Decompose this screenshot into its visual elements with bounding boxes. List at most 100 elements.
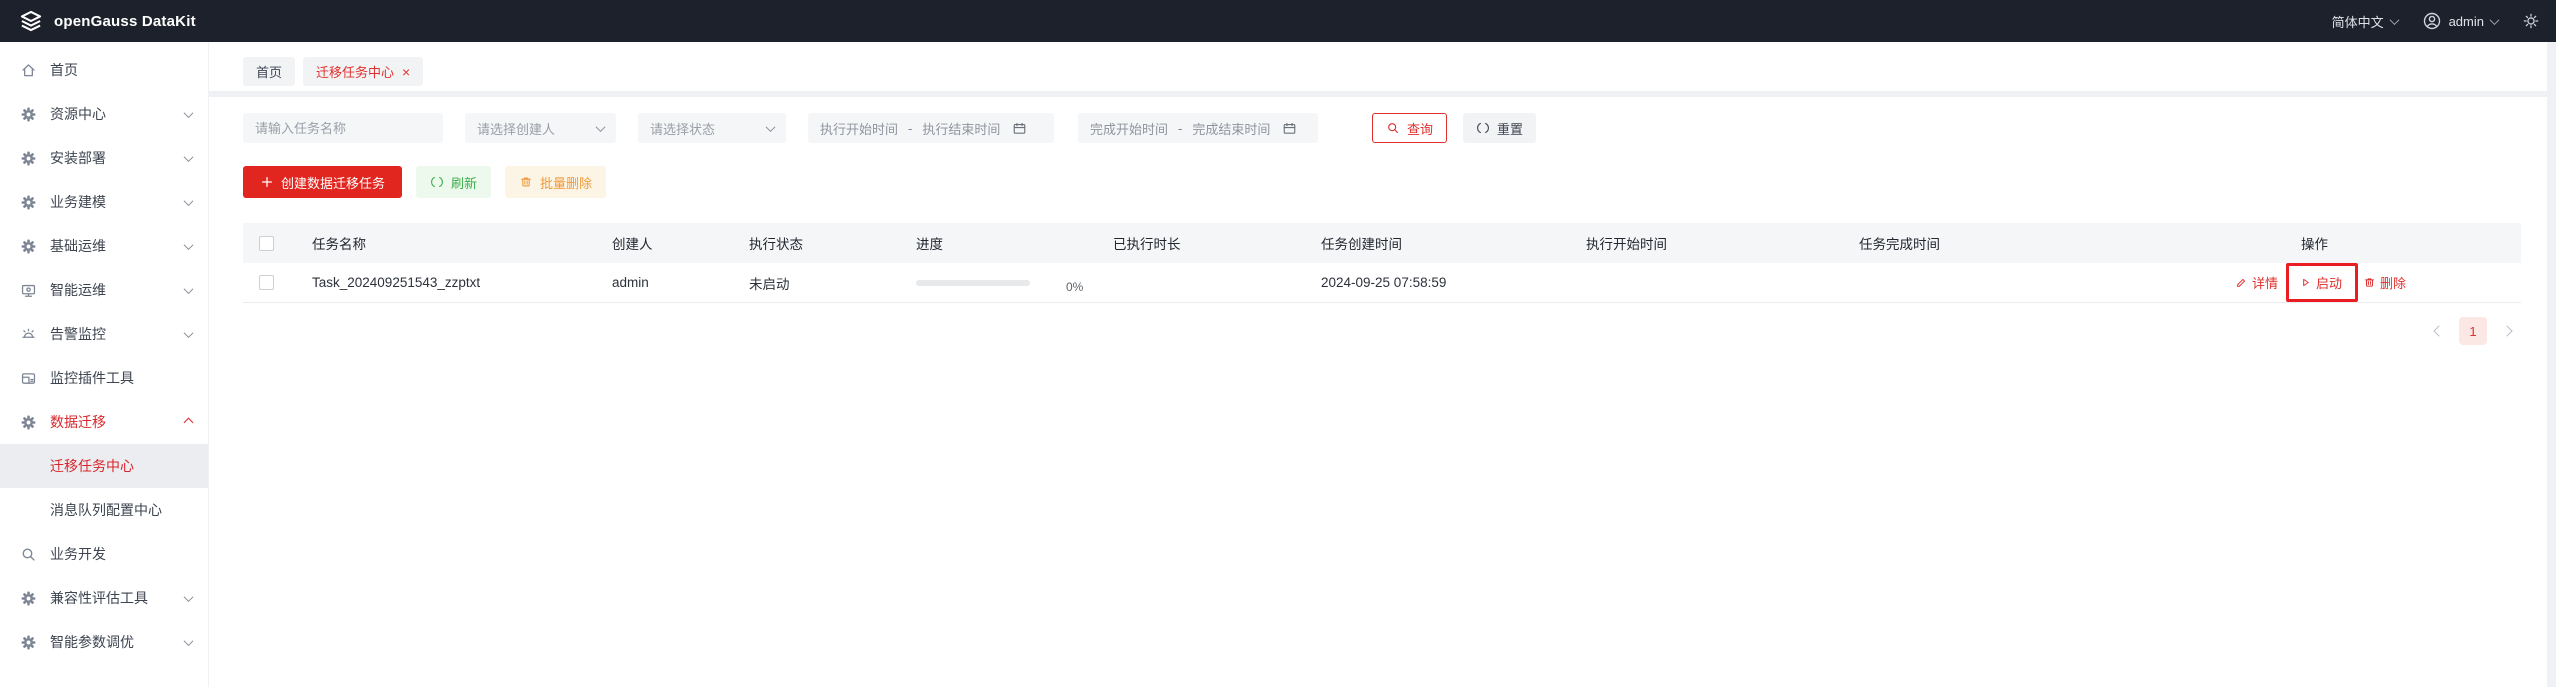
- sidebar-item-compatibility-assessment[interactable]: 兼容性评估工具: [0, 576, 208, 620]
- cell-exec-status: 未启动: [749, 276, 790, 292]
- top-bar: openGauss DataKit 简体中文 admin: [0, 0, 2556, 42]
- refresh-icon: [430, 175, 444, 189]
- plugin-icon: [20, 370, 37, 387]
- pagination-next-button[interactable]: [2499, 323, 2515, 339]
- column-header-duration: 已执行时长: [1113, 237, 1181, 252]
- chevron-down-icon: [183, 327, 194, 338]
- chevron-down-icon: [183, 239, 194, 250]
- user-menu[interactable]: admin: [2422, 11, 2500, 31]
- tab-migration-task-center[interactable]: 迁移任务中心 ×: [303, 57, 424, 86]
- chevron-down-icon: [183, 195, 194, 206]
- sidebar-item-business-modeling[interactable]: 业务建模: [0, 180, 208, 224]
- select-all-checkbox[interactable]: [259, 235, 274, 251]
- sidebar-item-intelligent-ops[interactable]: 智能运维: [0, 268, 208, 312]
- cell-created-at: 2024-09-25 07:58:59: [1321, 275, 1447, 290]
- row-checkbox[interactable]: [259, 275, 274, 290]
- sidebar-item-basic-ops[interactable]: 基础运维: [0, 224, 208, 268]
- refresh-button[interactable]: 刷新: [416, 166, 492, 198]
- gear-icon: [20, 150, 37, 167]
- language-label: 简体中文: [2331, 14, 2384, 30]
- finish-time-range-picker[interactable]: 完成开始时间 - 完成结束时间: [1078, 113, 1318, 143]
- cell-creator: admin: [612, 275, 649, 290]
- tabbar-divider: [209, 91, 2556, 97]
- edit-icon: [2235, 276, 2248, 289]
- chevron-down-icon: [765, 121, 776, 132]
- progress-percent-label: 0%: [1066, 279, 1084, 294]
- column-header-progress: 进度: [916, 237, 943, 252]
- cell-operations: 详情 启动 删除: [2228, 263, 2521, 302]
- tab-home[interactable]: 首页: [243, 57, 296, 86]
- trash-icon: [519, 175, 533, 189]
- gear-icon: [20, 238, 37, 255]
- chevron-down-icon: [2489, 14, 2500, 25]
- exec-time-range-picker[interactable]: 执行开始时间 - 执行结束时间: [808, 113, 1054, 143]
- alarm-icon: [20, 326, 37, 343]
- create-migration-task-button[interactable]: 创建数据迁移任务: [243, 166, 403, 198]
- sidebar-item-monitor-plugin-tools[interactable]: 监控插件工具: [0, 356, 208, 400]
- opengauss-logo-icon: [18, 8, 44, 34]
- sidebar-item-data-migration[interactable]: 数据迁移: [0, 400, 208, 444]
- trash-icon: [2363, 276, 2376, 289]
- column-header-created-at: 任务创建时间: [1321, 237, 1402, 252]
- brand-title: openGauss DataKit: [54, 12, 196, 30]
- calendar-icon: [1012, 121, 1027, 136]
- language-selector[interactable]: 简体中文: [2331, 12, 2400, 31]
- column-header-task-name: 任务名称: [312, 237, 366, 252]
- cell-task-name: Task_202409251543_zzptxt: [312, 275, 481, 290]
- task-name-input[interactable]: [243, 113, 443, 143]
- reset-button[interactable]: 重置: [1463, 113, 1537, 143]
- gear-icon: [20, 634, 37, 651]
- sidebar-item-home[interactable]: 首页: [0, 48, 208, 92]
- chevron-down-icon: [183, 283, 194, 294]
- gear-icon: [20, 414, 37, 431]
- chevron-up-icon: [183, 417, 194, 427]
- filter-bar: 请选择创建人 请选择状态 执行开始时间 - 执行结束时间 完成开始时间 - 完成…: [243, 113, 2556, 143]
- sidebar-item-business-development[interactable]: 业务开发: [0, 532, 208, 576]
- chevron-down-icon: [183, 591, 194, 602]
- pagination: 1: [209, 317, 2515, 345]
- creator-select[interactable]: 请选择创建人: [465, 113, 616, 143]
- sidebar-item-migration-task-center[interactable]: 迁移任务中心: [0, 444, 208, 488]
- batch-delete-button[interactable]: 批量删除: [505, 166, 607, 198]
- table-row: Task_202409251543_zzptxt admin 未启动 0% 20…: [243, 263, 2521, 303]
- status-select[interactable]: 请选择状态: [638, 113, 786, 143]
- gear-icon: [20, 194, 37, 211]
- sidebar-item-resource-center[interactable]: 资源中心: [0, 92, 208, 136]
- task-table: 任务名称 创建人 执行状态 进度 已执行时长 任务创建时间 执行开始时间 任务完…: [243, 223, 2521, 303]
- pagination-page-1[interactable]: 1: [2459, 317, 2487, 345]
- play-icon: [2299, 276, 2312, 289]
- search-icon: [20, 546, 37, 563]
- refresh-icon: [1476, 121, 1490, 135]
- row-action-start[interactable]: 启动: [2286, 263, 2359, 302]
- close-icon[interactable]: ×: [402, 65, 410, 79]
- chevron-down-icon: [183, 635, 194, 646]
- table-header-row: 任务名称 创建人 执行状态 进度 已执行时长 任务创建时间 执行开始时间 任务完…: [243, 223, 2521, 263]
- sidebar-item-intelligent-param-tuning[interactable]: 智能参数调优: [0, 620, 208, 664]
- query-button[interactable]: 查询: [1372, 113, 1448, 143]
- theme-sun-icon: [2522, 12, 2540, 30]
- vertical-scrollbar[interactable]: [2547, 42, 2556, 687]
- sidebar: 首页 资源中心 安装部署 业务建模 基础运维 智能运维 告警监控 监控插件工具 …: [0, 42, 209, 687]
- monitor-icon: [20, 282, 37, 299]
- plus-icon: [260, 175, 274, 189]
- gear-icon: [20, 106, 37, 123]
- chevron-down-icon: [595, 121, 606, 132]
- calendar-icon: [1282, 121, 1297, 136]
- pagination-prev-button[interactable]: [2431, 323, 2447, 339]
- sidebar-item-install-deploy[interactable]: 安装部署: [0, 136, 208, 180]
- cell-progress: 0%: [911, 276, 1106, 294]
- sidebar-item-message-queue-config-center[interactable]: 消息队列配置中心: [0, 488, 208, 532]
- home-icon: [20, 62, 37, 79]
- theme-toggle[interactable]: [2522, 12, 2540, 30]
- row-action-delete[interactable]: 删除: [2363, 273, 2406, 292]
- chevron-right-icon: [2501, 325, 2513, 337]
- chevron-down-icon: [183, 151, 194, 162]
- sidebar-item-alarm-monitoring[interactable]: 告警监控: [0, 312, 208, 356]
- row-action-details[interactable]: 详情: [2235, 273, 2278, 292]
- chevron-down-icon: [183, 107, 194, 118]
- progress-bar: [916, 279, 1030, 286]
- tab-bar: 首页 迁移任务中心 ×: [209, 42, 2556, 91]
- gear-icon: [20, 590, 37, 607]
- chevron-left-icon: [2433, 325, 2445, 337]
- search-icon: [1386, 121, 1400, 135]
